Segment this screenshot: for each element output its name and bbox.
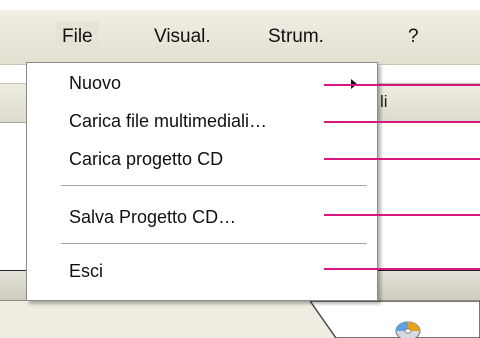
- file-dropdown-menu: Nuovo Carica file multimediali… Carica p…: [26, 62, 378, 301]
- menu-help[interactable]: ?: [402, 22, 425, 52]
- title-strip: [0, 0, 480, 10]
- callout-line: [324, 158, 480, 160]
- callout-line: [324, 268, 480, 270]
- menu-bar: File Visual. Strum. ?: [0, 10, 480, 65]
- callout-line: [324, 214, 480, 216]
- menu-item-esci[interactable]: Esci: [69, 261, 103, 282]
- menu-item-nuovo[interactable]: Nuovo: [69, 73, 121, 94]
- menu-item-carica-progetto-cd[interactable]: Carica progetto CD: [69, 149, 223, 170]
- panel-header-text: li: [380, 92, 388, 111]
- callout-line: [324, 84, 480, 86]
- menu-visual[interactable]: Visual.: [148, 22, 217, 52]
- menu-item-salva-progetto-cd[interactable]: Salva Progetto CD…: [69, 207, 236, 228]
- menu-separator: [61, 185, 367, 187]
- menu-file[interactable]: File: [56, 22, 99, 52]
- menu-item-carica-file-multimediali[interactable]: Carica file multimediali…: [69, 111, 267, 132]
- callout-line: [324, 121, 480, 123]
- menu-separator: [61, 243, 367, 245]
- cd-disc-icon[interactable]: [394, 314, 422, 338]
- menu-strumenti[interactable]: Strum.: [262, 22, 330, 52]
